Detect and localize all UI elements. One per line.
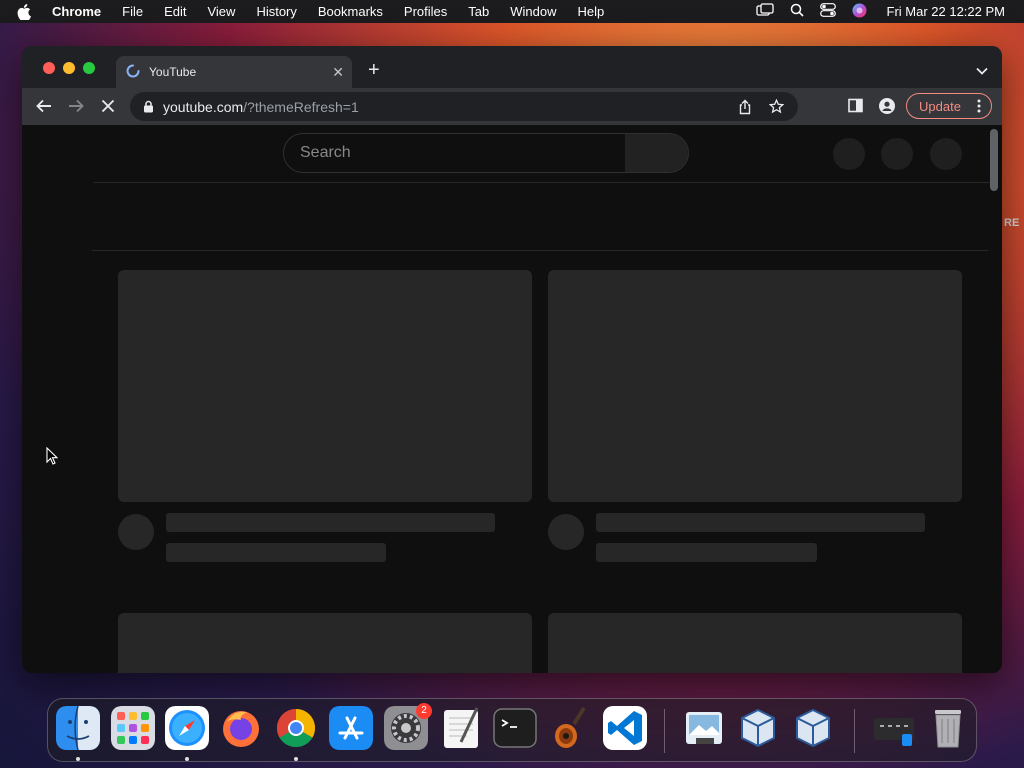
menu-view[interactable]: View bbox=[207, 4, 235, 19]
search-button[interactable] bbox=[625, 134, 688, 172]
vscode-icon[interactable] bbox=[603, 706, 647, 750]
tab-title: YouTube bbox=[149, 65, 197, 79]
dock: 2 bbox=[47, 698, 977, 762]
zoom-window-button[interactable] bbox=[83, 62, 95, 74]
screen-mirroring-icon[interactable] bbox=[755, 3, 774, 20]
skeleton-video-thumbnail[interactable] bbox=[548, 270, 962, 502]
skeleton-meta-line bbox=[166, 543, 386, 562]
menu-profiles[interactable]: Profiles bbox=[404, 4, 447, 19]
skeleton-meta-line bbox=[596, 543, 817, 562]
menu-edit[interactable]: Edit bbox=[164, 4, 186, 19]
safari-running-dot bbox=[185, 757, 189, 761]
safari-icon[interactable] bbox=[165, 706, 209, 750]
dock-separator bbox=[854, 709, 855, 753]
menu-history[interactable]: History bbox=[256, 4, 296, 19]
search-placeholder: Search bbox=[300, 144, 351, 161]
close-tab-icon[interactable]: ✕ bbox=[332, 65, 344, 79]
mouse-cursor-icon bbox=[46, 446, 59, 470]
chrome-menu-icon[interactable] bbox=[977, 98, 981, 117]
textedit-icon[interactable] bbox=[439, 706, 483, 750]
chrome-running-dot bbox=[294, 757, 298, 761]
stop-loading-button[interactable] bbox=[100, 98, 116, 119]
app-store-icon[interactable] bbox=[329, 706, 373, 750]
menu-window[interactable]: Window bbox=[510, 4, 556, 19]
url-path: /?themeRefresh=1 bbox=[243, 98, 359, 115]
virtualbox-vm-icon[interactable] bbox=[791, 706, 835, 750]
firefox-icon[interactable] bbox=[219, 706, 263, 750]
skeleton-channel-avatar bbox=[548, 514, 584, 550]
forward-button[interactable] bbox=[68, 98, 84, 119]
menu-tab[interactable]: Tab bbox=[468, 4, 489, 19]
skeleton-channel-avatar bbox=[118, 514, 154, 550]
launchpad-icon[interactable] bbox=[111, 706, 155, 750]
youtube-search-box[interactable]: Search bbox=[283, 133, 689, 173]
finder-running-dot bbox=[76, 757, 80, 761]
loading-spinner-icon bbox=[126, 64, 140, 81]
apple-icon[interactable] bbox=[17, 3, 35, 20]
wallpaper-edge-text: RE bbox=[1004, 217, 1020, 229]
menu-help[interactable]: Help bbox=[578, 4, 605, 19]
skeleton-header-avatar[interactable] bbox=[930, 138, 962, 170]
menu-bookmarks[interactable]: Bookmarks bbox=[318, 4, 383, 19]
back-button[interactable] bbox=[36, 98, 52, 119]
finder-icon[interactable] bbox=[56, 706, 100, 750]
skeleton-title-line bbox=[166, 513, 495, 532]
notification-badge: 2 bbox=[416, 703, 432, 719]
header-divider bbox=[94, 182, 990, 183]
bookmark-star-icon[interactable] bbox=[768, 98, 785, 117]
skeleton-video-thumbnail[interactable] bbox=[548, 613, 962, 673]
update-button-label: Update bbox=[919, 98, 961, 114]
preview-icon[interactable] bbox=[682, 706, 726, 750]
skeleton-title-line bbox=[596, 513, 925, 532]
share-icon[interactable] bbox=[738, 99, 752, 118]
garageband-icon[interactable] bbox=[548, 706, 592, 750]
tab-strip: YouTube ✕ + bbox=[22, 46, 1002, 88]
page-scrollbar[interactable] bbox=[990, 129, 998, 191]
update-chrome-button[interactable]: Update bbox=[906, 93, 992, 119]
new-tab-button[interactable]: + bbox=[368, 60, 380, 80]
trash-icon[interactable] bbox=[926, 706, 970, 750]
skeleton-header-icon-2[interactable] bbox=[881, 138, 913, 170]
control-center-icon[interactable] bbox=[819, 3, 836, 20]
chip-bar-divider bbox=[92, 250, 988, 251]
browser-toolbar: youtube.com/?themeRefresh=1 Update bbox=[22, 88, 1002, 125]
spotlight-search-icon[interactable] bbox=[790, 3, 804, 20]
tab-youtube[interactable]: YouTube ✕ bbox=[116, 56, 352, 88]
menu-bar-clock[interactable]: Fri Mar 22 12:22 PM bbox=[887, 4, 1006, 19]
minimize-window-button[interactable] bbox=[63, 62, 75, 74]
terminal-icon[interactable] bbox=[493, 706, 537, 750]
profile-avatar-icon[interactable] bbox=[879, 98, 895, 119]
virtualbox-icon[interactable] bbox=[736, 706, 780, 750]
close-window-button[interactable] bbox=[43, 62, 55, 74]
skeleton-video-thumbnail[interactable] bbox=[118, 270, 532, 502]
side-panel-icon[interactable] bbox=[848, 98, 863, 118]
chrome-icon[interactable] bbox=[274, 706, 318, 750]
menu-app-name[interactable]: Chrome bbox=[52, 4, 101, 19]
siri-icon[interactable] bbox=[852, 3, 867, 21]
skeleton-header-icon-1[interactable] bbox=[833, 138, 865, 170]
youtube-page: Search bbox=[22, 125, 1002, 673]
lock-icon[interactable] bbox=[143, 100, 154, 113]
downloads-stack-icon[interactable] bbox=[872, 706, 916, 750]
browser-window: YouTube ✕ + youtube.com/?themeRefresh=1 bbox=[22, 46, 1002, 673]
menu-file[interactable]: File bbox=[122, 4, 143, 19]
menu-bar: Chrome File Edit View History Bookmarks … bbox=[0, 0, 1024, 23]
dock-separator bbox=[664, 709, 665, 753]
url-host: youtube.com bbox=[163, 98, 244, 115]
address-bar[interactable]: youtube.com/?themeRefresh=1 bbox=[130, 92, 798, 121]
tab-search-chevron-icon[interactable] bbox=[976, 62, 988, 80]
skeleton-video-thumbnail[interactable] bbox=[118, 613, 532, 673]
